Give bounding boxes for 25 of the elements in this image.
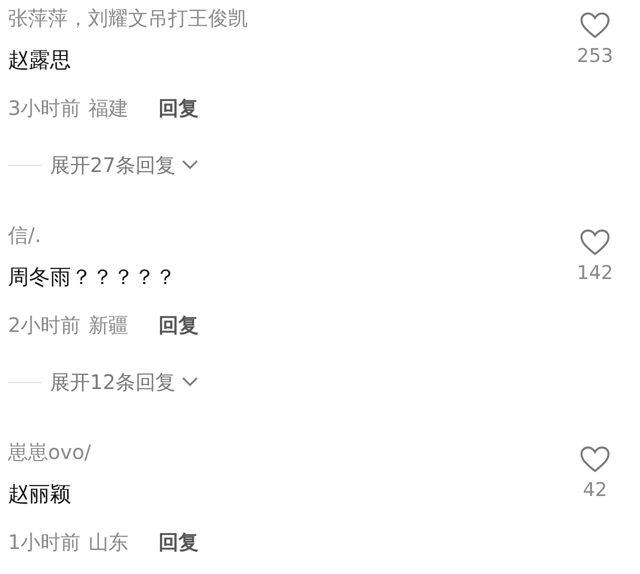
username[interactable]: 崽崽ovo/ xyxy=(8,434,560,470)
chevron-down-icon xyxy=(181,159,200,171)
heart-icon[interactable] xyxy=(580,446,610,473)
username[interactable]: 张萍萍，刘耀文吊打王俊凯 xyxy=(8,0,560,36)
comment-location: 山东 xyxy=(88,529,129,556)
like-count: 253 xyxy=(576,45,614,67)
chevron-down-icon xyxy=(181,376,200,388)
reply-button[interactable]: 回复 xyxy=(158,312,199,338)
like-count: 142 xyxy=(576,262,614,284)
heart-icon[interactable] xyxy=(580,12,610,39)
comment-time: 3小时前 xyxy=(8,95,81,122)
comment-text: 赵丽颖 xyxy=(8,481,72,508)
username[interactable]: 信/. xyxy=(8,217,560,253)
reply-button[interactable]: 回复 xyxy=(158,94,199,122)
comment-location: 福建 xyxy=(88,95,129,122)
comment-time: 1小时前 xyxy=(8,529,81,556)
reply-button[interactable]: 回复 xyxy=(158,528,199,556)
comment-text: 赵露思 xyxy=(8,47,72,74)
expand-replies-button[interactable]: 展开27条回复 xyxy=(50,152,200,178)
comment-location: 新疆 xyxy=(88,312,129,339)
heart-icon[interactable] xyxy=(580,229,610,256)
comment-time: 2小时前 xyxy=(8,312,81,339)
comment-text: 周冬雨？？？？？ xyxy=(8,264,177,291)
expand-replies-button[interactable]: 展开12条回复 xyxy=(50,368,200,396)
like-count: 42 xyxy=(582,479,608,501)
